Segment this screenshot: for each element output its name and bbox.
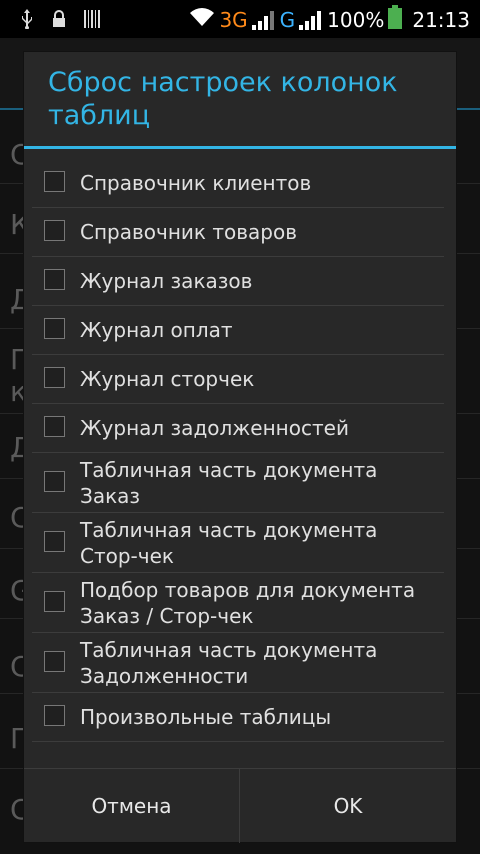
battery-percent: 100% xyxy=(327,7,385,32)
status-bar: 3G G 100% 21:13 xyxy=(0,0,480,38)
list-item[interactable]: Журнал заказов xyxy=(32,257,444,306)
checkbox[interactable] xyxy=(44,367,65,388)
list-item-label: Журнал сторчек xyxy=(80,367,255,391)
signal-icon xyxy=(251,10,274,30)
list-item[interactable]: Табличная часть документа Стор-чек xyxy=(32,513,444,573)
list-item[interactable]: Произвольные таблицы xyxy=(32,693,444,742)
battery-icon xyxy=(388,5,403,34)
usb-icon xyxy=(20,9,34,29)
network-3g-label: 3G xyxy=(219,7,248,32)
list-item[interactable]: Табличная часть документа Задолженности xyxy=(32,633,444,693)
list-item[interactable]: Табличная часть документа Заказ xyxy=(32,453,444,513)
dialog-title: Сброс настроек колонок таблиц xyxy=(48,67,398,131)
list-item-label: Табличная часть документа Заказ xyxy=(80,457,378,508)
checkbox[interactable] xyxy=(44,220,65,241)
signal-icon xyxy=(299,10,322,30)
checkbox[interactable] xyxy=(44,590,65,612)
checkbox[interactable] xyxy=(44,650,65,672)
list-item-label: Справочник товаров xyxy=(80,220,297,244)
list-item-label: Табличная часть документа Задолженности xyxy=(80,637,378,688)
wifi-icon xyxy=(189,7,215,32)
list-item-label: Журнал оплат xyxy=(80,318,233,342)
checkbox[interactable] xyxy=(44,318,65,339)
lock-icon xyxy=(52,10,66,28)
checkbox[interactable] xyxy=(44,416,65,437)
title-divider xyxy=(24,146,456,149)
list-item[interactable]: Справочник клиентов xyxy=(32,159,444,208)
list-item[interactable]: Подбор товаров для документа Заказ / Сто… xyxy=(32,573,444,633)
list-item-label: Журнал заказов xyxy=(80,269,253,293)
checkbox[interactable] xyxy=(44,171,65,192)
list-item[interactable]: Журнал задолженностей xyxy=(32,404,444,453)
list-item[interactable]: Журнал сторчек xyxy=(32,355,444,404)
list-item-label: Справочник клиентов xyxy=(80,171,312,195)
list-item[interactable]: Справочник товаров xyxy=(32,208,444,257)
list-item-label: Подбор товаров для документа Заказ / Сто… xyxy=(80,577,416,628)
dialog-button-bar: Отмена OK xyxy=(24,768,456,843)
table-list: Справочник клиентов Справочник товаров Ж… xyxy=(32,159,444,742)
list-item-label: Журнал задолженностей xyxy=(80,416,349,440)
network-g-label: G xyxy=(279,7,296,32)
clock: 21:13 xyxy=(412,7,470,32)
ok-button[interactable]: OK xyxy=(240,769,456,843)
checkbox[interactable] xyxy=(44,530,65,552)
checkbox[interactable] xyxy=(44,269,65,290)
cancel-button[interactable]: Отмена xyxy=(24,769,240,843)
barcode-icon xyxy=(84,10,100,28)
list-item-label: Произвольные таблицы xyxy=(80,705,332,729)
reset-columns-dialog: Сброс настроек колонок таблиц Справочник… xyxy=(24,52,456,843)
list-item-label: Табличная часть документа Стор-чек xyxy=(80,517,378,568)
checkbox[interactable] xyxy=(44,705,65,726)
list-item[interactable]: Журнал оплат xyxy=(32,306,444,355)
checkbox[interactable] xyxy=(44,470,65,492)
